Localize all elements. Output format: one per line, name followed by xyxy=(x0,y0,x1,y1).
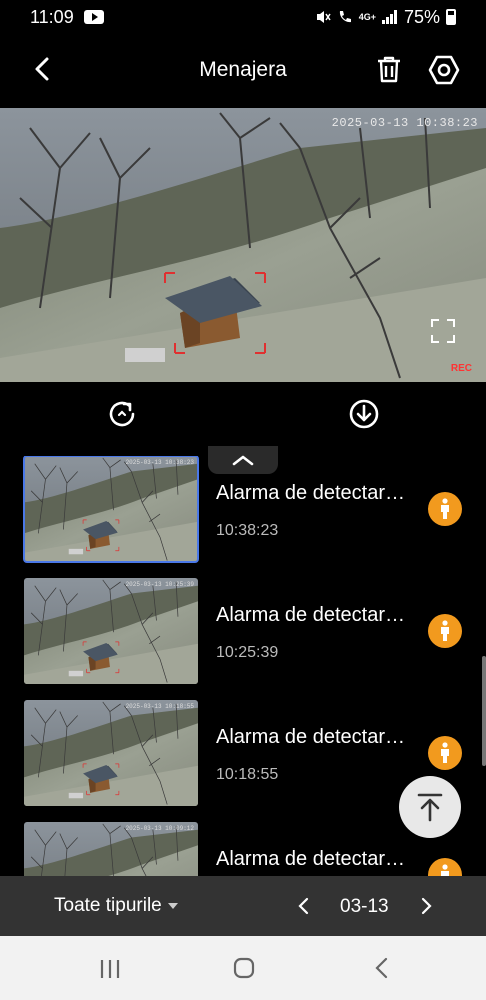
collapse-player-button[interactable] xyxy=(208,446,278,474)
battery-icon xyxy=(446,9,456,25)
thumbnail-timestamp: 2025-03-13 10:25:39 xyxy=(125,581,194,588)
camera-frame xyxy=(0,108,486,382)
person-detection-icon xyxy=(428,858,462,876)
event-title: Alarma de detectare a omului xyxy=(216,482,412,504)
thumbnail-timestamp: 2025-03-13 10:18:55 xyxy=(125,703,194,710)
youtube-notification-icon xyxy=(83,10,104,24)
event-thumbnail[interactable]: 2025-03-13 10:09:12 xyxy=(24,822,198,876)
rec-label: REC xyxy=(450,363,472,374)
person-detection-icon xyxy=(428,492,462,526)
event-row[interactable]: 2025-03-13 10:25:39 Alarma de detectare … xyxy=(0,578,486,686)
settings-button[interactable] xyxy=(428,54,460,86)
delete-button[interactable] xyxy=(374,54,404,84)
scroll-to-top-button[interactable] xyxy=(399,776,461,838)
playback-actions xyxy=(0,382,486,446)
thumbnail-timestamp: 2025-03-13 10:09:12 xyxy=(125,825,194,832)
app-header: Menajera xyxy=(0,34,486,108)
call-icon xyxy=(339,11,351,23)
event-type-dropdown[interactable]: Toate tipurile xyxy=(54,895,178,917)
mute-icon xyxy=(316,11,331,23)
arrow-to-top-icon xyxy=(417,793,443,822)
status-time: 11:09 xyxy=(30,6,74,27)
date-label: 03-13 xyxy=(340,896,389,917)
caret-down-icon xyxy=(167,903,178,909)
battery-percent: 75% xyxy=(403,6,440,27)
thumbnail-timestamp: 2025-03-13 10:38:23 xyxy=(125,459,194,466)
event-title: Alarma de detectare a omului xyxy=(216,848,412,870)
page-title: Menajera xyxy=(199,58,287,81)
system-navigation-bar xyxy=(0,936,486,1000)
event-type-label: Toate tipurile xyxy=(54,895,162,916)
home-button[interactable] xyxy=(232,956,256,980)
previous-date-button[interactable] xyxy=(292,894,316,918)
person-detection-icon xyxy=(428,736,462,770)
person-detection-icon xyxy=(428,614,462,648)
event-title: Alarma de detectare a omului xyxy=(216,726,412,748)
replay-button[interactable] xyxy=(106,398,138,430)
video-player[interactable]: 2025-03-13 10:38:23 REC xyxy=(0,108,486,382)
fullscreen-icon[interactable] xyxy=(430,318,456,344)
event-time: 10:25:39 xyxy=(216,644,279,661)
video-timestamp: 2025-03-13 10:38:23 xyxy=(331,116,478,130)
chevron-up-icon xyxy=(232,455,254,466)
system-back-button[interactable] xyxy=(370,956,394,980)
event-title: Alarma de detectare a omului xyxy=(216,604,412,626)
event-thumbnail[interactable]: 2025-03-13 10:18:55 xyxy=(24,700,198,806)
event-time: 10:18:55 xyxy=(216,766,279,783)
event-thumbnail[interactable]: 2025-03-13 10:38:23 xyxy=(23,456,199,563)
filter-bar: Toate tipurile 03-13 xyxy=(0,876,486,936)
next-date-button[interactable] xyxy=(414,894,438,918)
status-bar: 11:09 4G+ 75% xyxy=(0,0,486,34)
network-type: 4G+ xyxy=(358,12,376,22)
event-time: 10:38:23 xyxy=(216,522,279,539)
scrollbar[interactable] xyxy=(482,656,486,766)
signal-icon xyxy=(381,10,397,24)
recent-apps-button[interactable] xyxy=(98,958,122,980)
event-thumbnail[interactable]: 2025-03-13 10:25:39 xyxy=(24,578,198,684)
download-button[interactable] xyxy=(348,398,380,430)
